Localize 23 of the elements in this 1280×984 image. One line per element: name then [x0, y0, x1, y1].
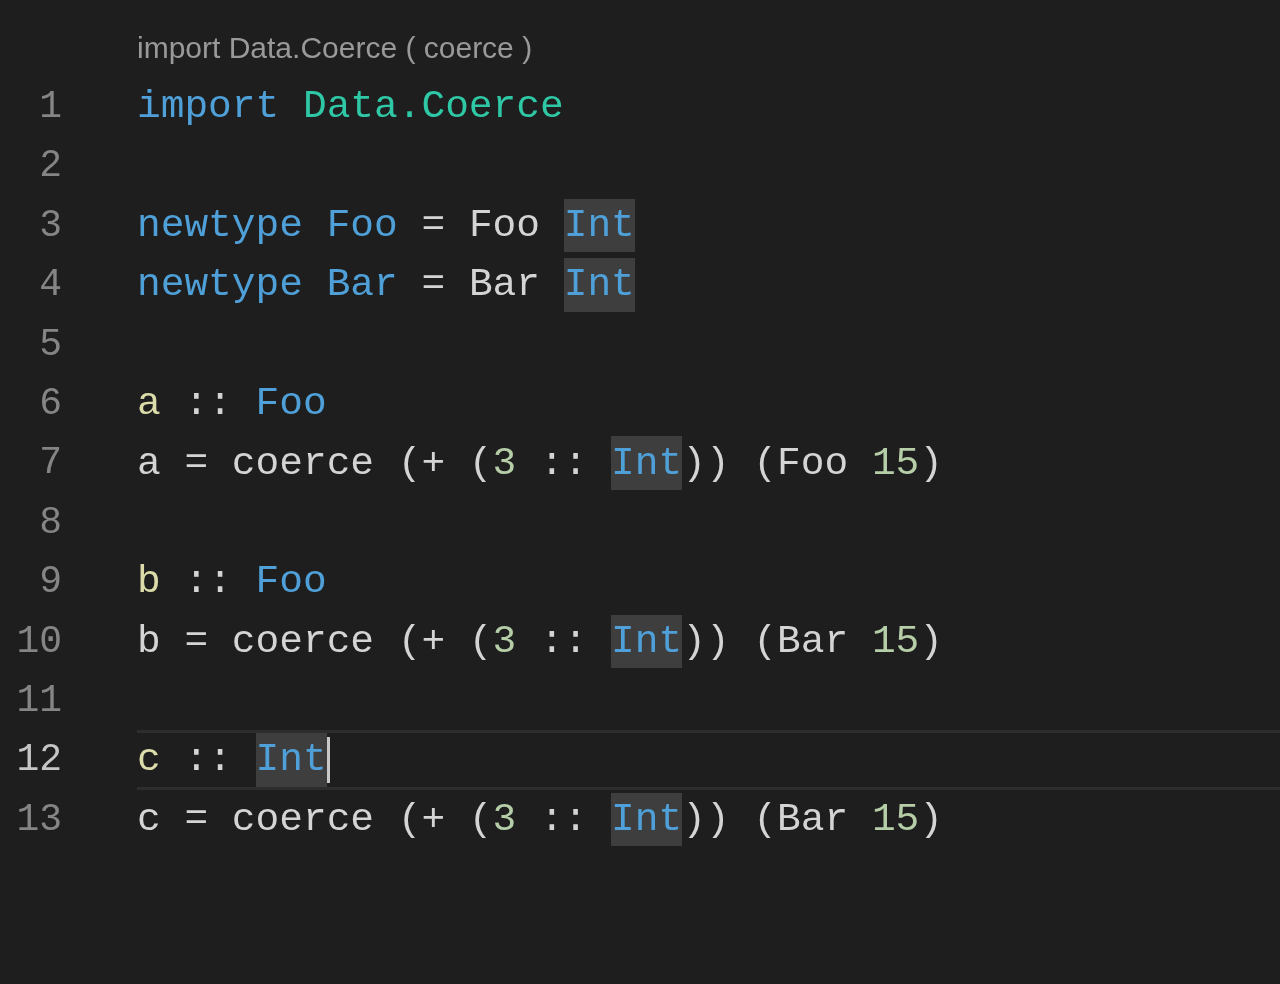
- line-number: 11: [15, 677, 62, 724]
- line-number: 8: [38, 499, 62, 546]
- line-number: 10: [15, 618, 62, 665]
- codelens-hint[interactable]: import Data.Coerce ( coerce ): [137, 30, 533, 65]
- line-number: 3: [38, 202, 62, 249]
- line-number: 12: [15, 737, 62, 784]
- code-line: c :: Int: [137, 733, 327, 787]
- code-line: b = coerce (+ (3 :: Int)) (Bar 15): [137, 614, 943, 668]
- line-number: 2: [38, 143, 62, 190]
- line-number: 13: [15, 796, 62, 843]
- code-line: newtype Bar = Bar Int: [137, 258, 635, 312]
- code-line: b :: Foo: [137, 558, 327, 607]
- code-line: c = coerce (+ (3 :: Int)) (Bar 15): [137, 792, 943, 847]
- code-line: newtype Foo = Foo Int: [137, 198, 635, 253]
- line-number: 4: [38, 262, 62, 309]
- line-number: 5: [38, 321, 62, 368]
- line-number: 9: [38, 559, 62, 606]
- line-number: 7: [38, 440, 62, 487]
- code-line: a :: Foo: [137, 380, 327, 429]
- line-number: 6: [38, 380, 62, 427]
- code-line: import Data.Coerce: [137, 83, 564, 132]
- line-number: 1: [38, 84, 62, 130]
- code-line: a = coerce (+ (3 :: Int)) (Foo 15): [137, 436, 943, 490]
